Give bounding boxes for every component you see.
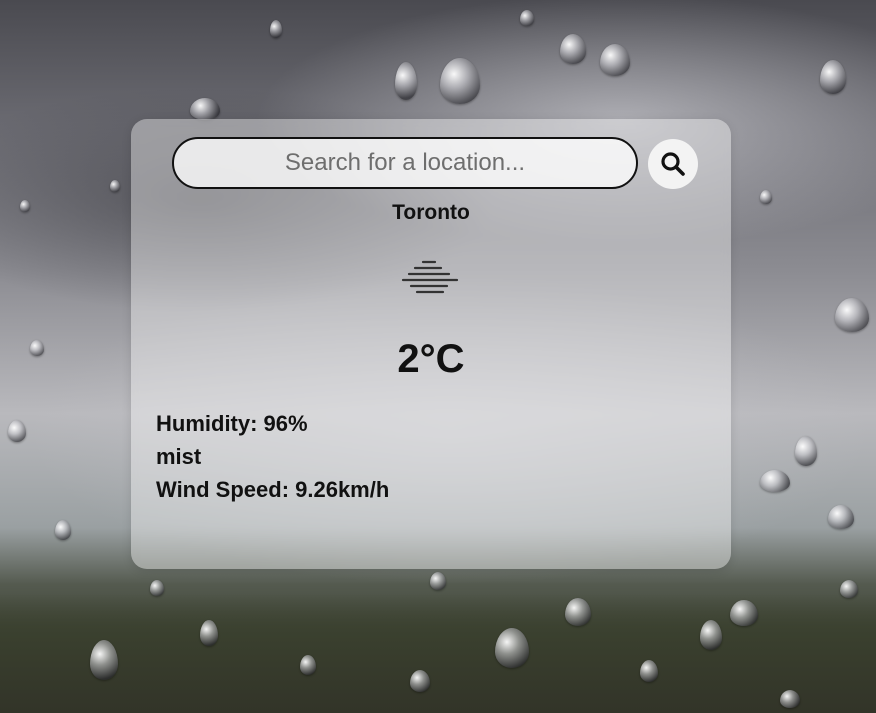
raindrop [600,44,630,76]
weather-details: Humidity: 96% mist Wind Speed: 9.26km/h [156,407,389,506]
raindrop [8,420,26,442]
search-button[interactable] [648,139,698,189]
raindrop [55,520,71,540]
temperature: 2°C [397,337,465,381]
raindrop [395,62,417,100]
raindrop [410,670,430,692]
wind-speed: Wind Speed: 9.26km/h [156,477,390,502]
raindrop [90,640,118,680]
raindrop [828,505,854,529]
city-name: Toronto [392,201,470,224]
raindrop [150,580,164,596]
raindrop [20,200,30,212]
raindrop [820,60,846,94]
raindrop [700,620,722,650]
raindrop [760,470,790,492]
raindrop [110,180,120,192]
raindrop [780,690,800,708]
raindrop [760,190,772,204]
search-input[interactable] [172,137,638,189]
raindrop [835,298,869,332]
raindrop [565,598,591,626]
search-icon [661,152,685,176]
raindrop [795,436,817,466]
raindrop [200,620,218,646]
raindrop [440,58,480,104]
raindrop [640,660,658,682]
weather-description: mist [156,444,202,469]
raindrop [520,10,534,26]
raindrop [190,98,220,120]
raindrop [430,572,446,590]
weather-card: Toronto 2°C Humidity: 96% mist Wind Spee… [131,119,731,569]
mist-icon [401,260,459,294]
humidity: Humidity: 96% [156,411,308,436]
raindrop [270,20,282,38]
raindrop [560,34,586,64]
raindrop [840,580,858,598]
raindrop [30,340,44,356]
raindrop [730,600,758,626]
background-ground [0,593,876,713]
raindrop [495,628,529,668]
search-bar [172,137,700,191]
raindrop [300,655,316,675]
